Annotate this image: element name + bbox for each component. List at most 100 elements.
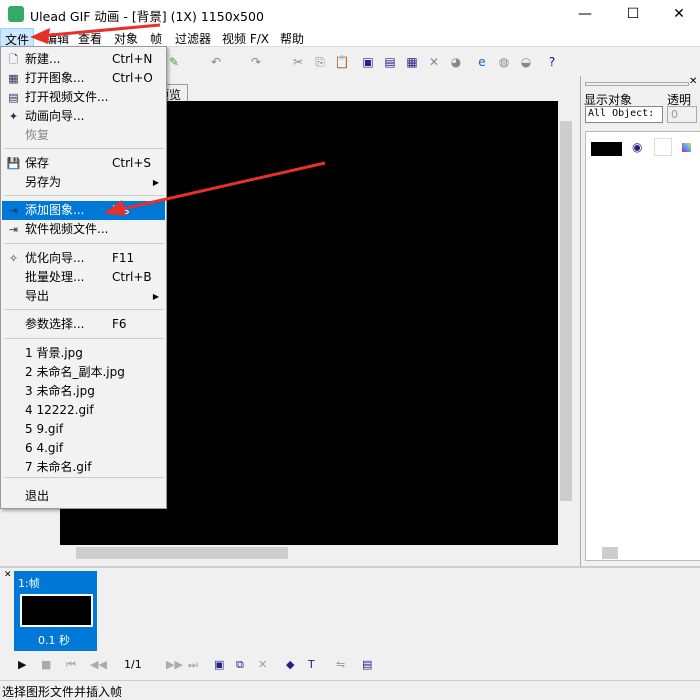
menu-item-label: 4 12222.gif xyxy=(25,403,94,417)
frame-properties-icon[interactable]: ▤ xyxy=(362,658,372,671)
menu-item[interactable]: 🗋 新建... Ctrl+N xyxy=(2,50,165,69)
menu-item[interactable]: 导出 ▶ xyxy=(2,287,165,306)
cut-icon[interactable]: ✂ xyxy=(290,54,306,70)
menu-item[interactable]: 参数选择... F6 xyxy=(2,315,165,334)
close-button[interactable]: ✕ xyxy=(656,0,700,28)
frame-thumbnail[interactable]: 1:帧 0.1 秒 xyxy=(14,571,97,651)
menu-item[interactable]: 1 背景.jpg xyxy=(2,344,165,363)
tween-icon[interactable]: ◆ xyxy=(286,658,294,671)
opacity-input[interactable]: 0 xyxy=(667,106,697,123)
menu-item-label: 6 4.gif xyxy=(25,441,64,455)
menu-item[interactable]: 退出 xyxy=(2,487,165,506)
app-icon xyxy=(8,6,24,22)
stop-icon[interactable]: ■ xyxy=(41,658,51,671)
visibility-eye-icon[interactable]: ◉ xyxy=(632,140,642,154)
play-icon[interactable]: ▶ xyxy=(18,658,26,671)
status-bar: 选择图形文件并插入帧 xyxy=(0,680,700,700)
copy-icon[interactable]: ⎘ xyxy=(312,54,328,70)
menu-frame[interactable]: 帧 xyxy=(150,30,162,47)
reverse-icon[interactable]: ⇋ xyxy=(336,658,345,671)
menu-item-shortcut: Ctrl+B xyxy=(112,270,152,284)
menu-item-shortcut: Ins xyxy=(112,203,130,217)
menu-item[interactable]: 4 12222.gif xyxy=(2,401,165,420)
file-menu: 🗋 新建... Ctrl+N ▦ 打开图象... Ctrl+O ▤ 打开视频文件... ✦ 动画向… xyxy=(0,46,167,509)
menu-separator xyxy=(4,309,164,310)
menu-item-label: 导出 xyxy=(25,289,50,303)
menu-item-label: 2 未命名_副本.jpg xyxy=(25,365,125,379)
close-frame-panel-icon[interactable]: ✕ xyxy=(4,570,12,580)
duplicate-frame-icon[interactable]: ⧉ xyxy=(236,658,244,672)
menu-item-shortcut: Ctrl+S xyxy=(112,156,152,170)
open-image-icon: ▦ xyxy=(8,72,19,85)
menu-item[interactable]: 6 4.gif xyxy=(2,439,165,458)
next-frame-icon[interactable]: ▶▶ xyxy=(166,658,183,671)
menu-item[interactable]: ⇥ 软件视频文件... xyxy=(2,220,165,239)
add-image-icon: ⇥ xyxy=(8,204,19,217)
first-frame-icon[interactable]: ⏮ xyxy=(66,658,76,672)
maximize-button[interactable]: ☐ xyxy=(610,0,656,28)
previous-frame-icon[interactable]: ◀◀ xyxy=(90,658,107,671)
menu-item[interactable]: 2 未命名_副本.jpg xyxy=(2,363,165,382)
menu-item-label: 优化向导... xyxy=(25,251,85,265)
menu-help[interactable]: 帮助 xyxy=(280,30,304,47)
menu-item[interactable]: 5 9.gif xyxy=(2,420,165,439)
wizard-icon: ✦ xyxy=(8,110,19,123)
object-list[interactable]: ◉ xyxy=(585,131,700,561)
show-objects-select[interactable]: All Object: xyxy=(585,106,663,123)
lock-box[interactable] xyxy=(654,138,672,156)
web-icon[interactable]: ◍ xyxy=(496,54,512,70)
menu-filter[interactable]: 过滤器 xyxy=(175,30,211,47)
frame-label: 1:帧 xyxy=(18,577,40,590)
export-icon[interactable]: ▤ xyxy=(382,54,398,70)
menu-item[interactable]: ✦ 动画向导... xyxy=(2,107,165,126)
select-value: All Object: xyxy=(588,108,655,119)
menu-item[interactable]: 3 未命名.jpg xyxy=(2,382,165,401)
browser-preview-icon[interactable]: e xyxy=(474,54,490,70)
menu-edit[interactable]: 编辑 xyxy=(45,30,69,47)
last-frame-icon[interactable]: ⏭ xyxy=(188,658,198,672)
menu-item[interactable]: ▤ 打开视频文件... xyxy=(2,88,165,107)
delete-frame-icon[interactable]: ✕ xyxy=(258,658,267,671)
paint-icon[interactable]: ✎ xyxy=(166,54,182,70)
object-manager-panel: ✕ 显示对象 透明 All Object: 0 ◉ xyxy=(580,76,700,566)
submenu-arrow-icon: ▶ xyxy=(152,178,159,187)
image-icon[interactable]: ▦ xyxy=(404,54,420,70)
frame-preview xyxy=(20,594,93,627)
menu-item[interactable]: 另存为 ▶ xyxy=(2,173,165,192)
redo-icon[interactable]: ↷ xyxy=(248,54,264,70)
color-icon xyxy=(682,143,691,152)
menu-separator xyxy=(4,477,164,478)
panel-horizontal-scrollbar[interactable] xyxy=(586,545,696,561)
globe-icon[interactable]: ◒ xyxy=(518,54,534,70)
save-frame-icon[interactable]: ▣ xyxy=(360,54,376,70)
menu-item-label: 另存为 xyxy=(25,175,62,189)
help-pointer-icon[interactable]: ? xyxy=(544,54,560,70)
menu-video-fx[interactable]: 视频 F/X xyxy=(222,30,269,47)
menu-item-label: 退出 xyxy=(25,489,50,503)
text-banner-icon[interactable]: T xyxy=(308,658,315,671)
undo-icon[interactable]: ↶ xyxy=(208,54,224,70)
add-frame-icon[interactable]: ▣ xyxy=(214,658,224,671)
optimize-wizard-icon: ✧ xyxy=(8,252,19,265)
horizontal-scrollbar[interactable] xyxy=(60,545,558,561)
menu-view[interactable]: 查看 xyxy=(78,30,102,47)
menu-object[interactable]: 对象 xyxy=(114,30,138,47)
menu-item[interactable]: 7 未命名.gif xyxy=(2,458,165,477)
menu-item-label: 5 9.gif xyxy=(25,422,64,436)
menu-item[interactable]: ⇥ 添加图象... Ins xyxy=(2,201,165,220)
menu-item-label: 恢复 xyxy=(25,128,50,142)
paste-icon[interactable]: 📋 xyxy=(334,54,350,70)
add-video-icon: ⇥ xyxy=(8,223,19,236)
menu-item[interactable]: ✧ 优化向导... F11 xyxy=(2,249,165,268)
frame-counter: 1/1 xyxy=(124,658,142,671)
menu-item-shortcut: Ctrl+O xyxy=(112,71,153,85)
vertical-scrollbar[interactable] xyxy=(558,101,574,545)
menu-item[interactable]: 恢复 xyxy=(2,126,165,145)
crop-icon[interactable]: ✕ xyxy=(426,54,442,70)
rotate-icon[interactable]: ◕ xyxy=(448,54,464,70)
menu-item[interactable]: 批量处理... Ctrl+B xyxy=(2,268,165,287)
menu-item[interactable]: ▦ 打开图象... Ctrl+O xyxy=(2,69,165,88)
menu-item[interactable]: 💾 保存 Ctrl+S xyxy=(2,154,165,173)
close-panel-icon[interactable]: ✕ xyxy=(689,76,697,87)
minimize-button[interactable]: — xyxy=(562,0,608,28)
